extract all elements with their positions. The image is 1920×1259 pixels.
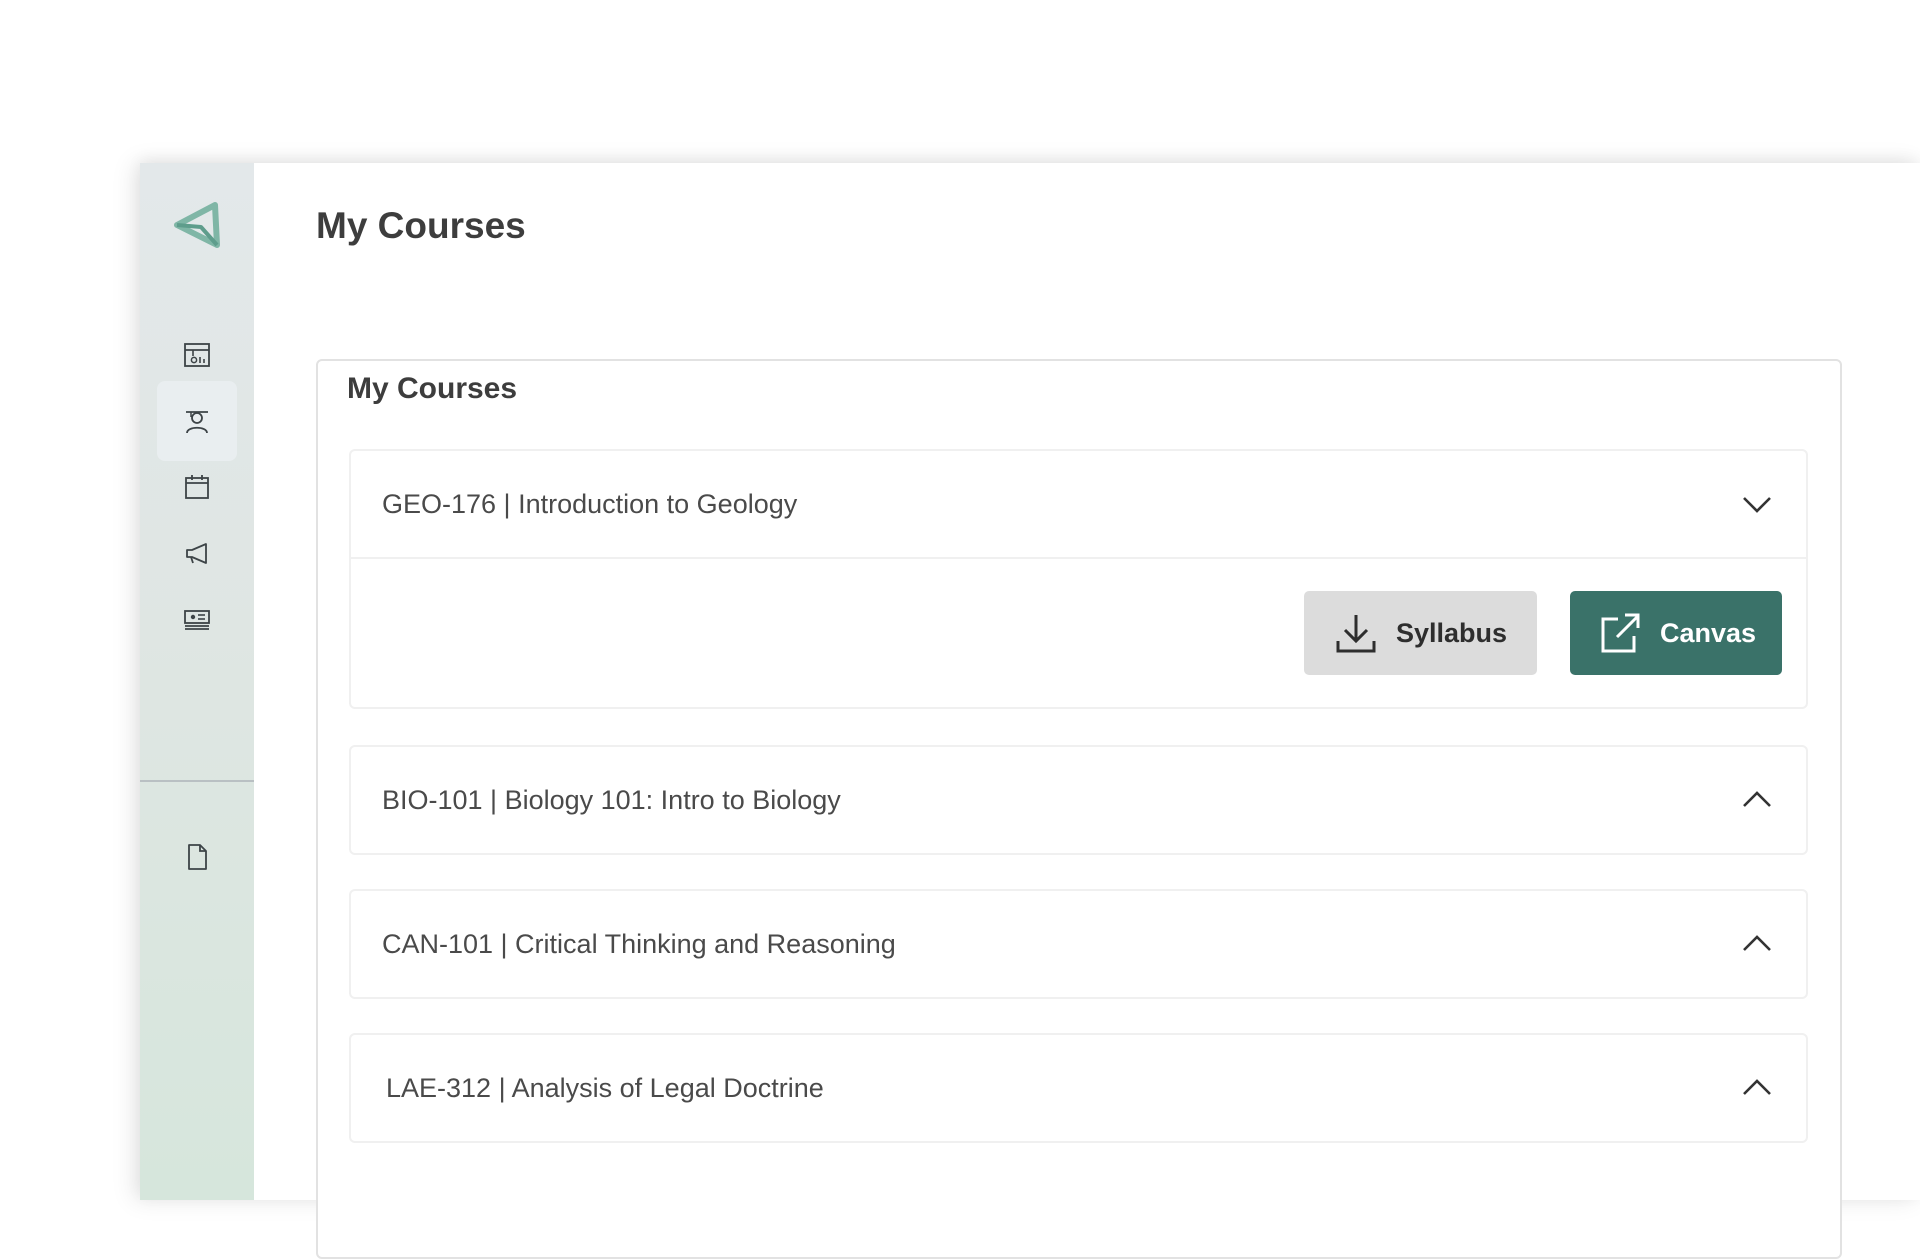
app-window: My Courses My Courses GEO-176 | Introduc… [140,163,1920,1259]
sidebar [140,163,254,1200]
course-header[interactable]: LAE-312 | Analysis of Legal Doctrine [351,1035,1806,1141]
sidebar-divider [140,780,254,782]
panel-title: My Courses [347,372,518,405]
course-card: GEO-176 | Introduction to Geology Syllab… [349,449,1808,709]
main-content: My Courses My Courses GEO-176 | Introduc… [254,163,1920,1259]
course-card: LAE-312 | Analysis of Legal Doctrine [349,1033,1808,1143]
course-header[interactable]: GEO-176 | Introduction to Geology [351,451,1806,557]
chevron-up-icon[interactable] [1740,783,1774,817]
course-actions: Syllabus Canvas [351,557,1806,707]
sidebar-item-id-card[interactable] [157,579,237,659]
course-header[interactable]: BIO-101 | Biology 101: Intro to Biology [351,747,1806,853]
course-name: LAE-312 | Analysis of Legal Doctrine [386,1072,824,1103]
chevron-up-icon[interactable] [1740,1071,1774,1105]
page-title: My Courses [316,205,526,246]
courses-panel: My Courses GEO-176 | Introduction to Geo… [316,359,1842,1259]
course-name: GEO-176 | Introduction to Geology [382,488,798,519]
syllabus-button-label: Syllabus [1396,617,1508,648]
student-icon [186,411,208,434]
course-name: CAN-101 | Critical Thinking and Reasonin… [382,928,896,959]
course-card: BIO-101 | Biology 101: Intro to Biology [349,745,1808,855]
chevron-up-icon[interactable] [1740,927,1774,961]
megaphone-icon [186,543,207,564]
chevron-down-icon[interactable] [1740,487,1774,521]
paper-plane-logo-icon[interactable] [171,199,223,251]
course-header[interactable]: CAN-101 | Critical Thinking and Reasonin… [351,891,1806,997]
calendar-icon [185,475,209,499]
canvas-button-label: Canvas [1660,617,1757,648]
course-name: BIO-101 | Biology 101: Intro to Biology [382,784,841,815]
download-icon [1336,615,1376,653]
external-link-icon [1601,613,1640,653]
id-card-icon [184,610,210,630]
course-card: CAN-101 | Critical Thinking and Reasonin… [349,889,1808,999]
syllabus-button[interactable]: Syllabus [1304,591,1537,675]
dashboard-icon [184,343,210,367]
document-icon [188,844,207,870]
sidebar-item-documents[interactable] [157,817,237,897]
canvas-button[interactable]: Canvas [1570,591,1782,675]
